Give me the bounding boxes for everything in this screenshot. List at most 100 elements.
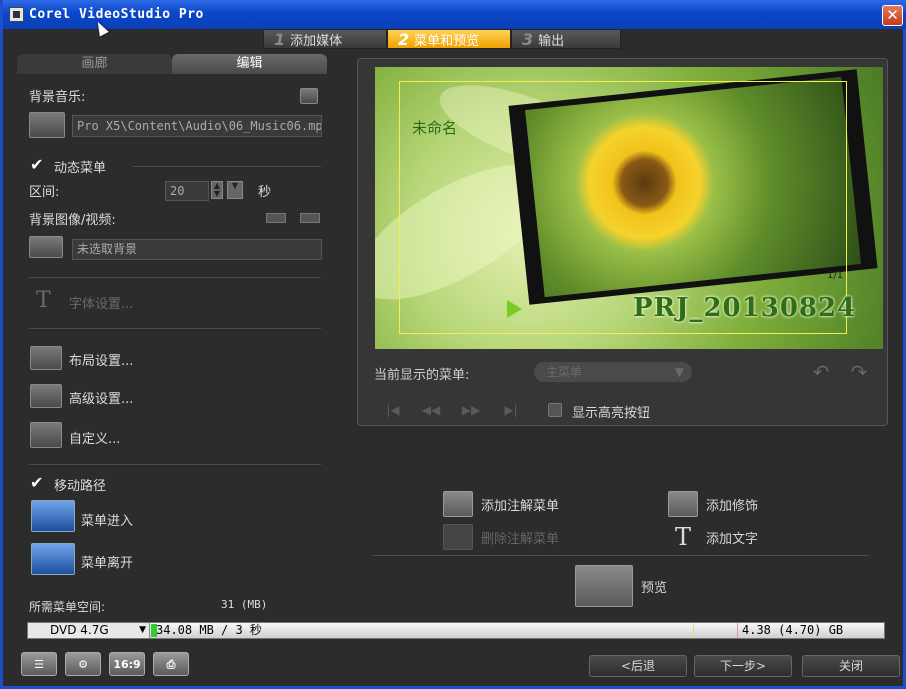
motion-path-checkbox[interactable]: ✔ — [30, 475, 46, 491]
preview-button[interactable]: 预览 — [575, 565, 667, 607]
next-page-icon[interactable]: ▶▶ — [460, 402, 482, 418]
next-button[interactable]: 下一步> — [694, 655, 792, 677]
delete-note-menu-icon — [443, 524, 473, 550]
disc-space-bar: DVD 4.7G ▼ 34.08 MB / 3 秒 4.38 (4.70) GB — [27, 622, 885, 639]
disc-capacity-text: 4.38 (4.70) GB — [742, 623, 844, 637]
play-arrow-icon[interactable] — [507, 300, 522, 318]
tab-edit[interactable]: 编辑 — [172, 54, 327, 74]
customize-icon[interactable] — [30, 422, 62, 448]
disc-type-select[interactable]: DVD 4.7G ▼ — [28, 623, 150, 638]
menu-out-thumbnail-icon[interactable] — [31, 543, 75, 575]
menu-out-label[interactable]: 菜单离开 — [81, 552, 133, 571]
left-tabs: 画廊 编辑 — [17, 54, 327, 74]
disc-used-text: 34.08 MB / 3 秒 — [156, 623, 262, 637]
menu-preview-canvas[interactable]: 未命名 1/1 PRJ_20130824 — [375, 67, 883, 349]
preview-play-icon — [575, 565, 633, 607]
layout-icon[interactable] — [30, 346, 62, 370]
tab-gallery[interactable]: 画廊 — [17, 54, 172, 74]
undo-icon[interactable]: ↶ — [810, 361, 832, 383]
step-output[interactable]: 3 输出 — [511, 29, 621, 49]
first-page-icon[interactable]: |◀ — [382, 402, 404, 418]
add-decoration-button[interactable]: 添加修饰 — [668, 491, 758, 517]
duration-dropdown[interactable]: ▼ — [227, 181, 243, 199]
step-number: 3 — [522, 29, 534, 49]
divider — [29, 328, 321, 329]
previous-page-icon[interactable]: ◀◀ — [420, 402, 442, 418]
redo-icon[interactable]: ↷ — [848, 361, 870, 383]
step-label: 菜单和预览 — [414, 33, 480, 49]
add-note-menu-button[interactable]: 添加注解菜单 — [443, 491, 559, 517]
duration-spinner[interactable]: ▲ ▼ — [211, 181, 223, 199]
delete-note-menu-label: 删除注解菜单 — [481, 531, 560, 547]
dropdown-arrow-icon: ▼ — [674, 365, 684, 379]
background-thumbnail-icon[interactable] — [29, 236, 63, 258]
last-page-icon[interactable]: ▶| — [500, 402, 522, 418]
close-window-button[interactable]: ✕ — [882, 5, 903, 26]
title-bar: Corel VideoStudio Pro ✕ — [3, 0, 906, 29]
bg-image-label: 背景图像/视频: — [29, 213, 116, 228]
add-decoration-icon — [668, 491, 698, 517]
workflow-steps: 1 添加媒体 2 菜单和预览 3 输出 — [263, 29, 621, 49]
chapter-list-icon[interactable]: ☰ — [21, 652, 57, 676]
add-text-label: 添加文字 — [706, 531, 759, 547]
duration-label: 区间: — [29, 185, 60, 200]
add-text-icon: T — [674, 523, 691, 551]
close-button[interactable]: 关闭 — [802, 655, 900, 677]
delete-note-menu-button[interactable]: 删除注解菜单 — [443, 524, 559, 550]
step-label: 添加媒体 — [290, 33, 343, 49]
step-menu-preview[interactable]: 2 菜单和预览 — [387, 29, 511, 49]
window-title: Corel VideoStudio Pro — [29, 7, 204, 22]
add-text-button[interactable]: T 添加文字 — [668, 524, 758, 550]
aspect-ratio-icon[interactable]: 16:9 — [109, 652, 145, 676]
divider — [29, 277, 321, 278]
step-label: 输出 — [538, 33, 565, 49]
capacity-marker — [693, 623, 694, 638]
printer-icon[interactable]: ⎙ — [153, 652, 189, 676]
current-menu-select[interactable]: 主菜单 ▼ — [534, 362, 692, 382]
show-highlight-label: 显示高亮按钮 — [572, 406, 651, 421]
layout-settings-button[interactable]: 布局设置... — [69, 350, 133, 369]
advanced-settings-button[interactable]: 高级设置... — [69, 388, 133, 407]
music-note-icon[interactable] — [29, 112, 65, 138]
font-settings-button[interactable]: 字体设置... — [69, 293, 133, 312]
bg-image-field[interactable]: 未选取背景 — [72, 239, 322, 260]
duration-unit: 秒 — [258, 185, 272, 200]
menu-in-label[interactable]: 菜单进入 — [81, 510, 133, 529]
advanced-settings-icon[interactable] — [30, 384, 62, 408]
capacity-marker — [737, 623, 738, 638]
preview-panel: 未命名 1/1 PRJ_20130824 当前显示的菜单: 主菜单 ▼ ↶ ↷ … — [357, 58, 888, 426]
image-option-icon[interactable] — [300, 213, 320, 223]
add-note-menu-label: 添加注解菜单 — [481, 498, 560, 514]
fit-image-icon[interactable] — [266, 213, 286, 223]
show-highlight-checkbox[interactable] — [548, 403, 562, 417]
disc-type-value: DVD 4.7G — [50, 623, 109, 637]
current-menu-value: 主菜单 — [546, 365, 583, 379]
divider — [133, 166, 321, 167]
step-number: 1 — [274, 29, 286, 49]
menu-space-value: 31 (MB) — [221, 598, 268, 611]
step-number: 2 — [398, 29, 410, 49]
divider — [373, 555, 869, 556]
add-note-menu-icon — [443, 491, 473, 517]
project-name-text[interactable]: PRJ_20130824 — [633, 293, 856, 323]
customize-button[interactable]: 自定义... — [69, 428, 120, 447]
app-icon — [9, 7, 24, 22]
menu-title-text[interactable]: 未命名 — [412, 117, 457, 138]
bg-music-label: 背景音乐: — [29, 90, 86, 105]
settings-gear-icon[interactable]: ⚙ — [65, 652, 101, 676]
bg-music-path-field[interactable]: Pro X5\Content\Audio\06_Music06.mpa — [72, 115, 322, 137]
dropdown-arrow-icon: ▼ — [139, 625, 146, 635]
back-button[interactable]: <后退 — [589, 655, 687, 677]
motion-menu-label: 动态菜单 — [54, 161, 107, 176]
menu-in-thumbnail-icon[interactable] — [31, 500, 75, 532]
motion-menu-checkbox[interactable]: ✔ — [30, 157, 46, 173]
font-icon: T — [36, 288, 51, 313]
left-panel: 画廊 编辑 — [17, 54, 327, 74]
divider — [29, 464, 321, 465]
music-list-icon[interactable] — [300, 88, 318, 104]
page-indicator: 1/1 — [827, 270, 844, 281]
menu-space-label: 所需菜单空间: — [29, 600, 106, 614]
duration-input[interactable]: 20 — [165, 181, 209, 201]
add-decoration-label: 添加修饰 — [706, 498, 759, 514]
step-add-media[interactable]: 1 添加媒体 — [263, 29, 387, 49]
